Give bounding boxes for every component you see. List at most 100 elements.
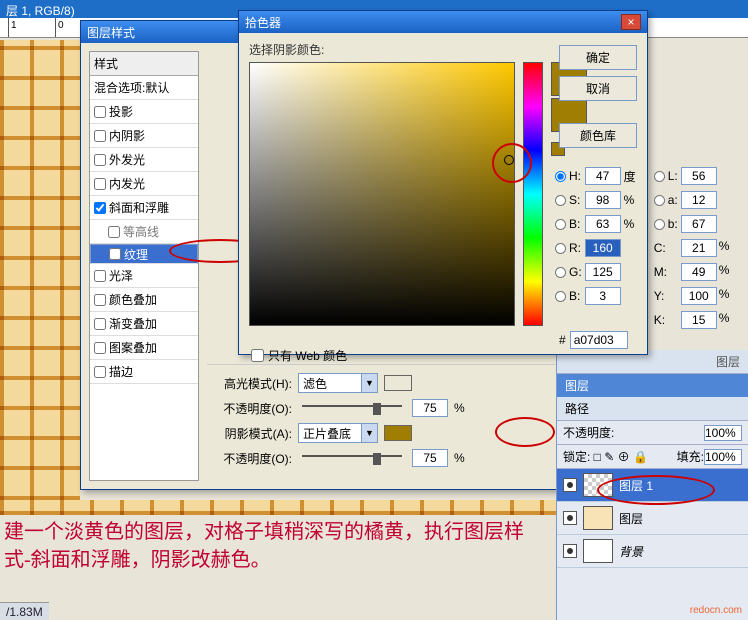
shadow-mode-select[interactable]: 正片叠底 ▼	[298, 423, 378, 443]
a-input[interactable]	[681, 191, 717, 209]
style-item-10[interactable]: 图案叠加	[90, 336, 198, 360]
style-checkbox[interactable]	[94, 106, 106, 118]
style-checkbox[interactable]	[94, 130, 106, 142]
dialog-title: 图层样式	[87, 24, 135, 40]
style-item-0[interactable]: 投影	[90, 100, 198, 124]
m-input[interactable]	[681, 263, 717, 281]
title-text: 层 1, RGB/8)	[6, 4, 75, 18]
color-picker-dialog: 拾色器 × 选择阴影颜色: 确定 取消 颜色库 H: 度 L:	[238, 10, 648, 355]
b-input[interactable]	[681, 215, 717, 233]
style-checkbox[interactable]	[94, 154, 106, 166]
highlight-color-swatch[interactable]	[384, 375, 412, 391]
layers-tab[interactable]: 图层	[557, 374, 748, 397]
visibility-icon[interactable]	[563, 511, 577, 525]
style-checkbox[interactable]	[94, 202, 106, 214]
blend-options-row[interactable]: 混合选项:默认	[90, 76, 198, 100]
highlight-mode-label: 高光模式(H):	[207, 375, 292, 392]
layer-row[interactable]: 图层	[557, 502, 748, 535]
hue-slider[interactable]	[523, 62, 543, 326]
color-picker-titlebar[interactable]: 拾色器 ×	[239, 11, 647, 33]
opacity1-input[interactable]	[412, 399, 448, 417]
bv-input[interactable]	[585, 215, 621, 233]
style-item-1[interactable]: 内阴影	[90, 124, 198, 148]
l-radio[interactable]	[654, 171, 665, 182]
layer-opacity-input[interactable]	[704, 425, 742, 441]
chevron-down-icon: ▼	[361, 424, 377, 442]
color-field[interactable]	[249, 62, 515, 326]
layers-panel: 图层 图层 路径 不透明度: 锁定: □ ✎ ⊕ 🔒 填充: 图层 1图层背景	[556, 350, 748, 620]
g-input[interactable]	[585, 263, 621, 281]
style-label: 内阴影	[109, 127, 145, 144]
close-icon[interactable]: ×	[621, 14, 641, 30]
bv-radio[interactable]	[555, 219, 566, 230]
style-checkbox[interactable]	[94, 366, 106, 378]
web-only-check[interactable]: 只有 Web 颜色	[251, 347, 347, 364]
h-radio[interactable]	[555, 171, 566, 182]
opacity1-slider[interactable]	[302, 405, 402, 411]
style-list: 样式 混合选项:默认 投影内阴影外发光内发光斜面和浮雕等高线纹理光泽颜色叠加渐变…	[89, 51, 199, 481]
layer-thumb[interactable]	[583, 539, 613, 563]
s-radio[interactable]	[555, 195, 566, 206]
layer-name: 图层 1	[619, 477, 653, 494]
style-checkbox[interactable]	[94, 342, 106, 354]
b-radio[interactable]	[654, 219, 665, 230]
chevron-down-icon: ▼	[361, 374, 377, 392]
annotation-circle	[495, 417, 555, 447]
style-item-5[interactable]: 等高线	[90, 220, 198, 244]
instruction-text: 建一个淡黄色的图层，对格子填稍深写的橘黄，执行图层样式-斜面和浮雕，阴影改赫色。	[4, 518, 548, 574]
bc-input[interactable]	[585, 287, 621, 305]
style-item-11[interactable]: 描边	[90, 360, 198, 384]
layer-thumb[interactable]	[583, 506, 613, 530]
color-library-button[interactable]: 颜色库	[559, 123, 637, 148]
shadow-color-swatch[interactable]	[384, 425, 412, 441]
ok-button[interactable]: 确定	[559, 45, 637, 70]
style-label: 外发光	[109, 151, 145, 168]
k-input[interactable]	[681, 311, 717, 329]
style-label: 纹理	[124, 246, 148, 263]
style-checkbox[interactable]	[94, 270, 106, 282]
style-label: 投影	[109, 103, 133, 120]
opacity-label: 不透明度:	[563, 424, 614, 441]
c-input[interactable]	[681, 239, 717, 257]
opacity1-label: 不透明度(O):	[207, 400, 292, 417]
y-input[interactable]	[681, 287, 717, 305]
l-input[interactable]	[681, 167, 717, 185]
watermark: redocn.com	[690, 605, 742, 616]
layer-row[interactable]: 背景	[557, 535, 748, 568]
style-item-6[interactable]: 纹理	[90, 244, 198, 264]
g-radio[interactable]	[555, 267, 566, 278]
style-header[interactable]: 样式	[90, 52, 198, 76]
opacity2-slider[interactable]	[302, 455, 402, 461]
visibility-icon[interactable]	[563, 478, 577, 492]
layer-row[interactable]: 图层 1	[557, 469, 748, 502]
style-item-8[interactable]: 颜色叠加	[90, 288, 198, 312]
canvas-area[interactable]	[0, 40, 80, 500]
style-checkbox[interactable]	[94, 294, 106, 306]
a-radio[interactable]	[654, 195, 665, 206]
style-label: 渐变叠加	[109, 315, 157, 332]
r-radio[interactable]	[555, 243, 566, 254]
style-checkbox[interactable]	[94, 318, 106, 330]
paths-tab[interactable]: 路径	[557, 397, 748, 421]
fill-input[interactable]	[704, 449, 742, 465]
style-checkbox[interactable]	[109, 248, 121, 260]
style-checkbox[interactable]	[108, 226, 120, 238]
layer-name: 背景	[619, 543, 643, 560]
style-item-4[interactable]: 斜面和浮雕	[90, 196, 198, 220]
style-item-9[interactable]: 渐变叠加	[90, 312, 198, 336]
style-item-7[interactable]: 光泽	[90, 264, 198, 288]
style-item-3[interactable]: 内发光	[90, 172, 198, 196]
visibility-icon[interactable]	[563, 544, 577, 558]
cancel-button[interactable]: 取消	[559, 76, 637, 101]
style-item-2[interactable]: 外发光	[90, 148, 198, 172]
style-label: 图案叠加	[109, 339, 157, 356]
layer-thumb[interactable]	[583, 473, 613, 497]
bc-radio[interactable]	[555, 291, 566, 302]
hex-input[interactable]	[570, 331, 628, 349]
highlight-mode-select[interactable]: 滤色 ▼	[298, 373, 378, 393]
opacity2-input[interactable]	[412, 449, 448, 467]
s-input[interactable]	[585, 191, 621, 209]
r-input[interactable]	[585, 239, 621, 257]
h-input[interactable]	[585, 167, 621, 185]
style-checkbox[interactable]	[94, 178, 106, 190]
